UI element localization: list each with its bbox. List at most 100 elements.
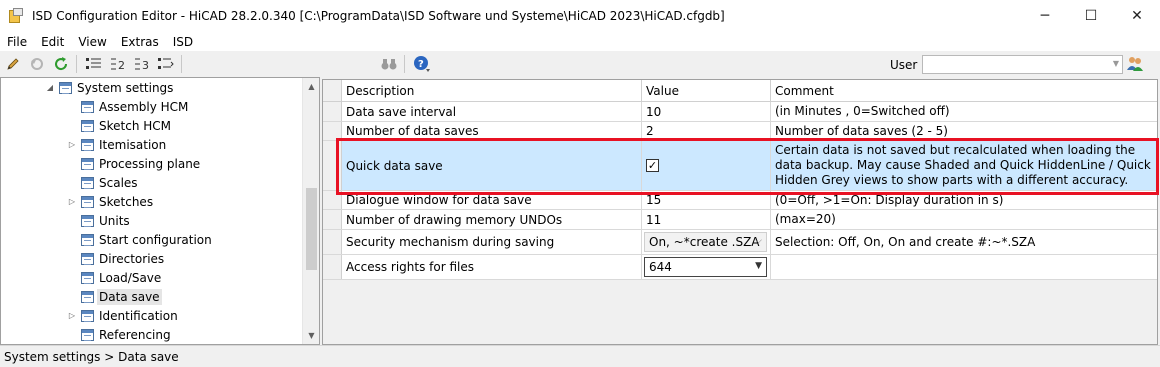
table-node-icon [81,138,94,151]
table-row[interactable]: Number of drawing memory UNDOs 11 (max=2… [323,210,1157,230]
tree-item[interactable]: Processing plane [67,154,202,173]
sort-tree-icon[interactable] [83,53,105,75]
table-row-selected[interactable]: Quick data save ✓ Certain data is not sa… [323,141,1157,191]
tree-item[interactable]: Assembly HCM [67,97,190,116]
expand-all-icon[interactable] [155,53,177,75]
tree-item[interactable]: Units [67,211,132,230]
maximize-button[interactable]: ☐ [1068,0,1114,32]
scrollbar-thumb[interactable] [306,188,317,270]
expander-icon[interactable]: ▷ [67,311,77,320]
tree-item[interactable]: Load/Save [67,268,163,287]
table-node-icon [81,233,94,246]
tree-item[interactable]: ▷ Identification [67,306,180,325]
setting-description: Number of drawing memory UNDOs [342,210,642,229]
undo-icon[interactable] [26,53,48,75]
column-header-description[interactable]: Description [342,80,642,102]
users-icon[interactable] [1126,55,1144,73]
tree-item-label: Itemisation [99,137,167,152]
tree-item[interactable]: Start configuration [67,230,214,249]
table-node-icon [81,328,94,341]
row-selector[interactable] [323,255,342,279]
scroll-up-icon[interactable]: ▲ [303,78,319,95]
menu-extras[interactable]: Extras [114,35,166,49]
settings-tree[interactable]: ◢ System settings Assembly HCM Sketch HC… [0,77,320,345]
table-row[interactable]: Access rights for files 644 ▼ [323,255,1157,280]
table-node-icon [81,157,94,170]
menu-file[interactable]: File [0,35,34,49]
setting-description: Access rights for files [342,255,642,279]
table-row[interactable]: Dialogue window for data save 15 (0=Off,… [323,191,1157,210]
tree-item-label: Start configuration [99,232,212,247]
table-row[interactable]: Number of data saves 2 Number of data sa… [323,122,1157,141]
menu-isd[interactable]: ISD [166,35,200,49]
expander-icon[interactable]: ▷ [67,197,77,206]
table-node-icon [81,271,94,284]
table-row[interactable]: Data save interval 10 (in Minutes , 0=Sw… [323,102,1157,122]
tree-item[interactable]: ▷ Sketches [67,192,155,211]
row-selector[interactable] [323,210,342,229]
tree-item-label: Units [99,213,130,228]
svg-text:2: 2 [118,59,125,72]
chevron-down-icon: ⌵ [755,236,762,246]
tree-item-label: Load/Save [99,270,162,285]
binoculars-icon[interactable] [378,53,400,75]
level-2-icon[interactable]: 2 [107,53,129,75]
toolbar-separator [76,55,77,73]
scroll-down-icon[interactable]: ▼ [303,327,319,344]
tree-item[interactable]: Directories [67,249,166,268]
dropdown-value: On, ~*create .SZA [649,235,760,249]
row-selector[interactable] [323,141,342,190]
menu-edit[interactable]: Edit [34,35,71,49]
setting-comment: (max=20) [775,212,836,226]
title-bar: ISD Configuration Editor - HiCAD 28.2.0.… [0,0,1160,32]
setting-value[interactable]: 10 [642,102,771,121]
setting-value[interactable]: 2 [642,122,771,140]
expander-icon[interactable]: ◢ [45,83,55,92]
settings-grid[interactable]: Description Value Comment Data save inte… [322,79,1158,345]
setting-value[interactable]: 11 [642,210,771,229]
window-title: ISD Configuration Editor - HiCAD 28.2.0.… [32,9,725,23]
setting-comment: Number of data saves (2 - 5) [775,123,948,138]
expander-icon[interactable]: ▷ [67,140,77,149]
level-3-icon[interactable]: 3 [131,53,153,75]
status-bar: System settings > Data save [0,345,1160,367]
row-selector[interactable] [323,122,342,140]
tree-item[interactable]: Sketch HCM [67,116,173,135]
setting-value[interactable]: 15 [642,191,771,209]
security-mechanism-dropdown[interactable]: On, ~*create .SZA ⌵ [644,232,767,252]
table-node-icon [81,290,94,303]
setting-description: Data save interval [342,102,642,121]
table-node-icon [81,252,94,265]
tree-item-selected[interactable]: Data save [67,287,162,306]
tree-item[interactable]: ◢ System settings [45,78,175,97]
tree-item[interactable]: Scales [67,173,140,192]
tree-scrollbar[interactable]: ▲ ▼ [302,78,319,344]
row-selector[interactable] [323,191,342,209]
table-row[interactable]: Security mechanism during saving On, ~*c… [323,230,1157,255]
tree-item-label: Directories [99,251,165,266]
menu-view[interactable]: View [71,35,113,49]
setting-comment: Certain data is not saved but recalculat… [775,143,1151,187]
refresh-icon[interactable] [50,53,72,75]
column-header-comment[interactable]: Comment [771,80,1157,102]
tree-item[interactable]: ▷ Itemisation [67,135,168,154]
help-icon[interactable]: ? [411,53,433,75]
row-selector[interactable] [323,230,342,254]
quick-save-checkbox[interactable]: ✓ [646,159,659,172]
edit-pencil-icon[interactable] [2,53,24,75]
chevron-down-icon: ▼ [755,261,762,271]
svg-text:?: ? [418,59,424,70]
column-header-value[interactable]: Value [642,80,771,102]
row-selector[interactable] [323,102,342,121]
access-rights-dropdown[interactable]: 644 ▼ [644,257,767,277]
table-node-icon [81,309,94,322]
setting-value-cell: 644 ▼ [642,255,771,279]
minimize-button[interactable]: ─ [1022,0,1068,32]
close-button[interactable]: ✕ [1114,0,1160,32]
tree-item-label: Data save [97,288,162,305]
tree-item[interactable]: Referencing [67,325,173,344]
setting-value[interactable]: ✓ [642,141,771,190]
user-combobox[interactable]: ▼ [922,55,1123,74]
app-icon [8,8,24,24]
tree-item-label: Sketch HCM [99,118,171,133]
